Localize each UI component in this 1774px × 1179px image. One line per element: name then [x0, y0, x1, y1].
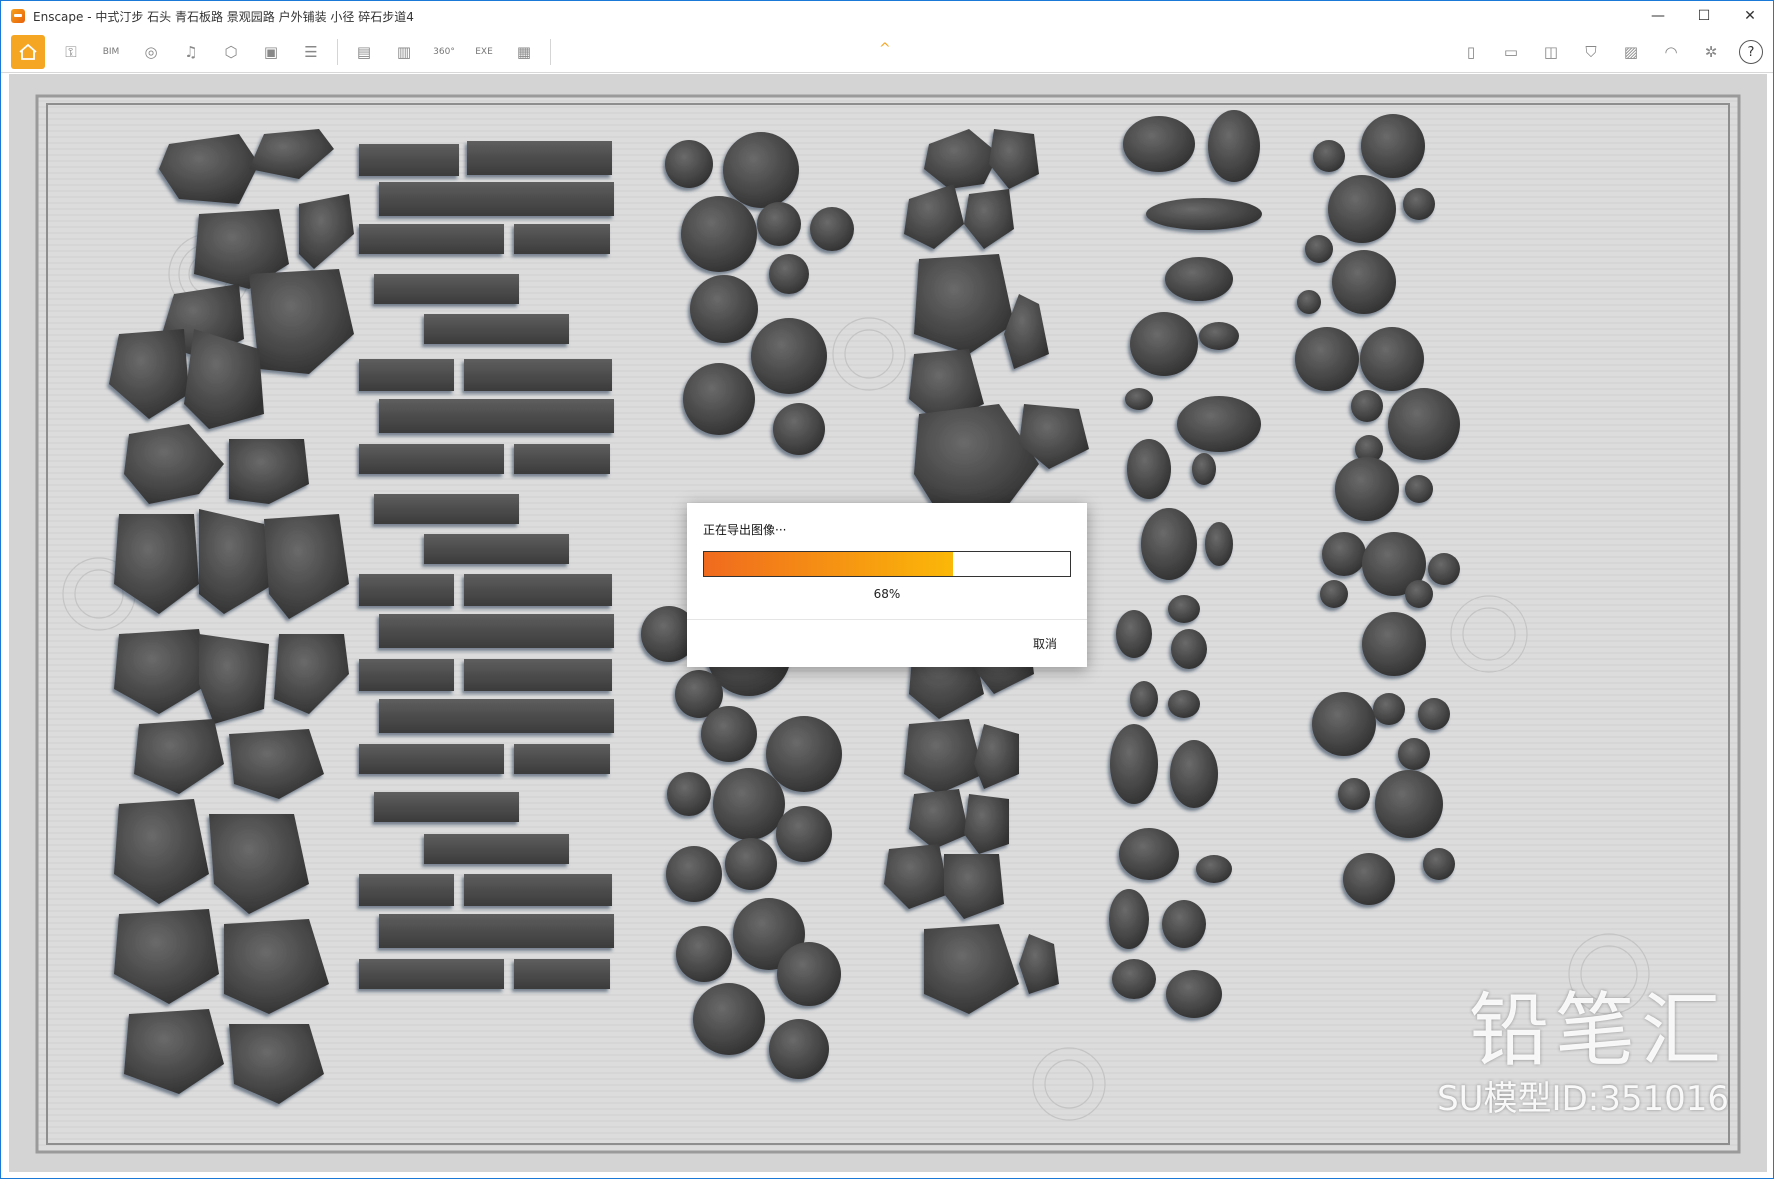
bim-button[interactable]: BIM — [97, 38, 125, 66]
asset-library-icon[interactable]: ⬡ — [217, 38, 245, 66]
panorama-button[interactable]: 360° — [430, 38, 458, 66]
cancel-button[interactable]: 取消 — [1033, 635, 1057, 652]
progress-percent-label: 68% — [873, 587, 901, 601]
dialog-divider — [687, 619, 1087, 620]
window-title: Enscape - 中式汀步 石头 青石板路 景观园路 户外铺装 小径 碎石步道… — [33, 9, 414, 24]
video-export-icon[interactable]: ▦ — [510, 38, 538, 66]
title-bar: Enscape - 中式汀步 石头 青石板路 景观园路 户外铺装 小径 碎石步道… — [1, 1, 1773, 31]
window-controls: — ☐ ✕ — [1635, 1, 1773, 31]
batch-render-icon[interactable]: ▥ — [390, 38, 418, 66]
toolbar-divider — [550, 38, 551, 65]
screenshot-icon[interactable]: ▤ — [350, 38, 378, 66]
toolbar-right: ▯ ▭ ◫ ⛉ ▨ ◠ ✲ ? — [1445, 31, 1763, 73]
close-button[interactable]: ✕ — [1727, 1, 1773, 31]
enscape-logo-icon — [11, 9, 25, 23]
minimize-button[interactable]: — — [1635, 1, 1681, 31]
help-button[interactable]: ? — [1739, 40, 1763, 64]
visual-settings-icon[interactable]: ▭ — [1497, 38, 1525, 66]
box-icon[interactable]: ◫ — [1537, 38, 1565, 66]
settings-gear-icon[interactable]: ✲ — [1697, 38, 1725, 66]
maximize-button[interactable]: ☐ — [1681, 1, 1727, 31]
layers-icon[interactable]: ☰ — [297, 38, 325, 66]
watermark-model-id: SU模型ID:351016 — [1437, 1079, 1729, 1119]
bell-icon[interactable]: ♫ — [177, 38, 205, 66]
progress-bar-fill — [704, 552, 953, 576]
binoculars-icon[interactable]: ◎ — [137, 38, 165, 66]
dialog-title: 正在导出图像··· — [703, 523, 787, 537]
collapse-toolbar-icon[interactable]: ^ — [879, 41, 891, 57]
enscape-window: Enscape - 中式汀步 石头 青石板路 景观园路 户外铺装 小径 碎石步道… — [0, 0, 1774, 1179]
views-icon[interactable]: ⛉ — [1577, 38, 1605, 66]
toolbar-divider — [337, 38, 338, 65]
map-icon[interactable]: ▯ — [1457, 38, 1485, 66]
home-button[interactable] — [11, 34, 45, 69]
watermark-brand: 铅笔汇 — [1469, 984, 1727, 1077]
feedback-icon[interactable]: ▨ — [1617, 38, 1645, 66]
export-progress-dialog: 正在导出图像··· 68% 取消 — [687, 503, 1087, 667]
cube-icon[interactable]: ▣ — [257, 38, 285, 66]
exe-export-button[interactable]: EXE — [470, 38, 498, 66]
key-icon[interactable]: ⚿ — [57, 38, 85, 66]
progress-bar — [703, 551, 1071, 577]
vr-headset-icon[interactable]: ◠ — [1657, 38, 1685, 66]
home-icon — [19, 43, 37, 60]
